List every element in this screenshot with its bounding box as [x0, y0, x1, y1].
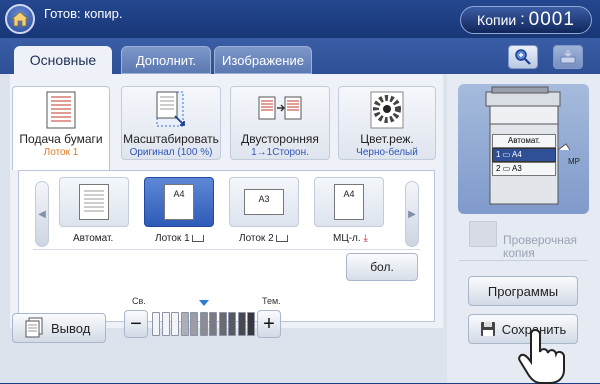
home-icon [11, 11, 29, 27]
tray2-size: A3 [258, 194, 270, 204]
density-plus-button[interactable]: + [257, 310, 281, 338]
paper-supply-value: Лоток 1 [43, 147, 79, 158]
tray-2-label: Лоток 2 [239, 233, 289, 244]
tray-2-label-text: Лоток 2 [239, 233, 274, 244]
paper-icon [46, 91, 76, 129]
output-button[interactable]: Вывод [12, 313, 106, 343]
status-text: Готов: копир. [44, 6, 123, 21]
scanner-icon [560, 50, 576, 64]
paper-supply-title: Подача бумаги [19, 132, 103, 146]
proof-copy-label: Проверочная копия [503, 234, 577, 260]
proof-copy-checkbox[interactable] [469, 221, 497, 247]
duplex-button[interactable]: Двусторонняя 1→1Сторон. [230, 86, 330, 160]
tab-image[interactable]: Изображение [214, 46, 312, 74]
tray-icon [192, 234, 205, 242]
pointing-hand-icon [518, 328, 565, 384]
duplex-value: 1→1Сторон. [251, 147, 309, 158]
density-level-marker [198, 300, 209, 306]
divider [459, 260, 588, 261]
reduce-enlarge-button[interactable]: Масштабировать Оригинал (100 %) [121, 86, 221, 160]
magnifier-icon [515, 49, 531, 65]
copies-counter[interactable]: Копии : 0001 [460, 6, 592, 34]
main-panel: Основные Дополнит. Изображение Подача бу… [0, 38, 600, 384]
tray-auto[interactable] [59, 177, 129, 227]
density-light-label: Св. [132, 296, 146, 306]
proof-copy-line2: копия [503, 246, 535, 260]
scroll-right-arrow[interactable]: ▶ [405, 181, 419, 247]
tray-mp-label: МЦ-л. ⤓ [333, 233, 368, 244]
scale-value: Оригинал (100 %) [129, 147, 213, 158]
tray2-paper-icon: A3 [244, 189, 284, 215]
color-mode-icon [370, 91, 404, 129]
divider [33, 249, 420, 250]
copies-separator: : [520, 11, 525, 28]
color-mode-title: Цвет.реж. [360, 132, 414, 146]
floppy-icon [480, 322, 495, 336]
header-bar: Готов: копир. Копии : 0001 [0, 0, 600, 38]
programs-button[interactable]: Программы [468, 276, 578, 306]
tray-1[interactable]: A4 [144, 177, 214, 227]
machine-tray-1: 1 ▭ A4 [492, 148, 556, 162]
tab-bar: Основные Дополнит. Изображение [0, 38, 600, 74]
tray-2[interactable]: A3 [229, 177, 299, 227]
home-button[interactable] [5, 4, 35, 34]
tab-basic[interactable]: Основные [14, 46, 112, 74]
color-mode-button[interactable]: Цвет.реж. Черно-белый [338, 86, 436, 160]
basic-content: Подача бумаги Лоток 1 Масштабировать Ори… [10, 74, 443, 328]
output-label: Вывод [51, 320, 91, 336]
color-mode-value: Черно-белый [356, 147, 418, 158]
machine-tray-2: 2 ▭ A3 [492, 162, 556, 176]
duplex-title: Двусторонняя [241, 132, 319, 146]
density-step[interactable] [237, 312, 246, 336]
tab-advanced[interactable]: Дополнит. [121, 46, 211, 74]
auto-paper-icon [79, 184, 109, 220]
density-step[interactable] [209, 312, 217, 336]
tray-mp[interactable]: A4 [314, 177, 384, 227]
zoom-button[interactable] [508, 45, 538, 69]
density-step[interactable] [228, 312, 236, 336]
scale-icon [156, 91, 185, 127]
tray-1-label: Лоток 1 [155, 233, 205, 244]
density-step[interactable] [171, 312, 179, 336]
right-panel: MP Автомат. 1 ▭ A4 2 ▭ A3 Проверочная ко… [447, 74, 600, 384]
machine-tray-auto: Автомат. [492, 134, 556, 148]
mp-label: MP [568, 157, 580, 166]
duplex-icon [258, 96, 302, 120]
density-step[interactable] [152, 312, 160, 336]
density-step[interactable] [218, 312, 227, 336]
scroll-left-arrow[interactable]: ◀ [35, 181, 49, 247]
copies-value: 0001 [528, 9, 575, 30]
density-step[interactable] [190, 312, 198, 336]
tray1-size: A4 [173, 189, 185, 199]
density-minus-button[interactable]: − [124, 310, 148, 338]
tray1-paper-icon: A4 [164, 184, 194, 220]
tray-icon [276, 234, 289, 242]
mp-paper-icon: A4 [334, 184, 364, 220]
mp-size: A4 [343, 189, 355, 199]
density-dark-label: Тем. [262, 296, 281, 306]
density-control: Св. Тем. − + [124, 296, 290, 338]
density-step[interactable] [247, 312, 255, 336]
tray-1-label-text: Лоток 1 [155, 233, 190, 244]
density-row: − + [124, 300, 290, 342]
scale-title: Масштабировать [123, 132, 219, 146]
density-step[interactable] [180, 312, 189, 336]
paper-supply-button[interactable]: Подача бумаги Лоток 1 [12, 86, 110, 170]
tray-mp-label-text: МЦ-л. [333, 233, 361, 244]
scanner-button[interactable] [553, 45, 583, 69]
more-button[interactable]: бол. [346, 253, 418, 281]
mp-tray-icon: ⤓ [363, 233, 368, 244]
tray-list: Автомат. 1 ▭ A4 2 ▭ A3 [492, 134, 556, 178]
output-icon [25, 317, 43, 338]
tray-auto-label: Автомат. [73, 233, 114, 244]
density-step[interactable] [161, 312, 170, 336]
density-step[interactable] [199, 312, 208, 336]
copies-label: Копии [477, 12, 517, 28]
machine-status-panel: MP Автомат. 1 ▭ A4 2 ▭ A3 [458, 84, 589, 214]
